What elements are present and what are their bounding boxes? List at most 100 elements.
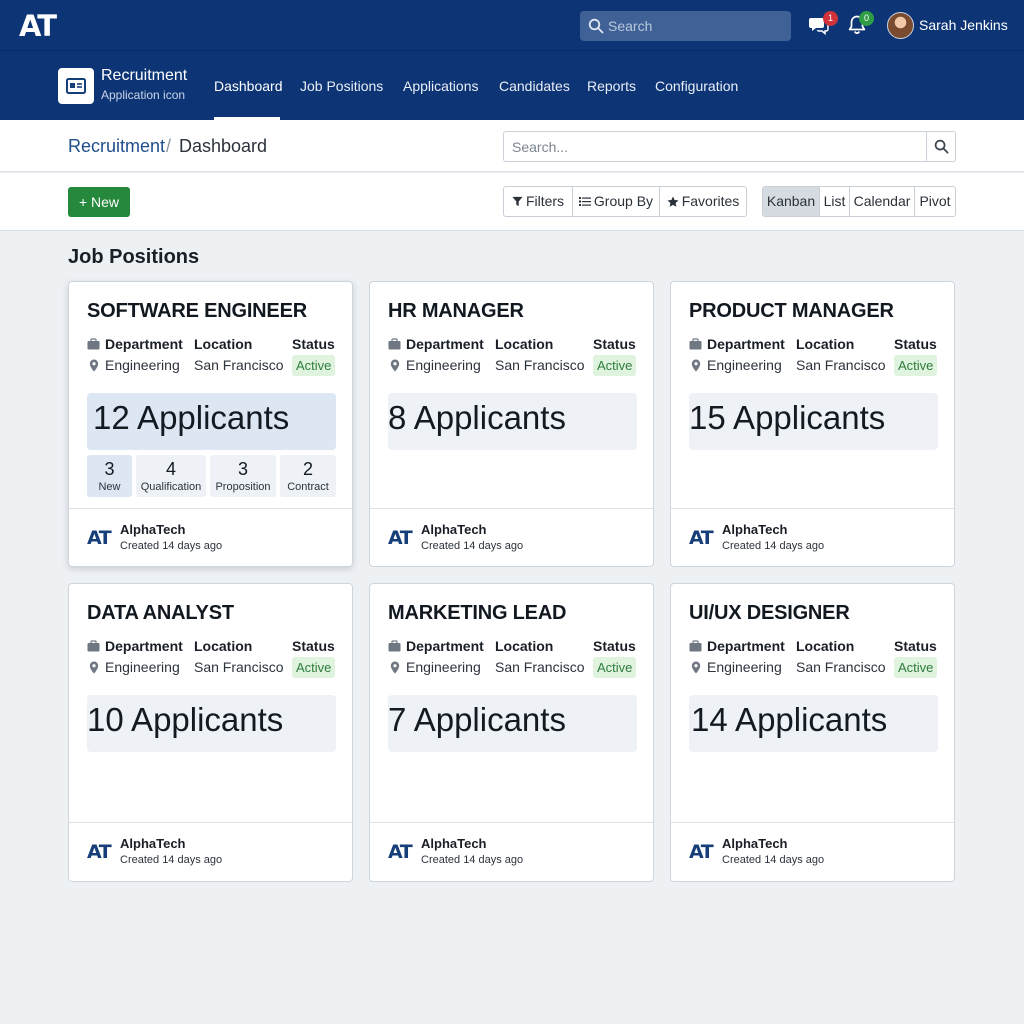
job-card[interactable]: UI/UX DESIGNER Department Location Statu… [670,583,955,882]
created-date: Created 14 days ago [421,854,524,866]
stage-breakdown: 3 New 4 Qualification 3 Proposition 2 Contra… [87,455,336,497]
location-label: Location [495,638,554,654]
applicants-count: 8 Applicants [388,399,566,436]
messages-badge: 1 [823,11,838,26]
applicants-box[interactable]: 10 Applicants [87,695,336,752]
favorites-button[interactable]: Favorites [660,187,746,216]
company-name: AlphaTech [421,836,487,851]
view-kanban[interactable]: Kanban [763,187,820,216]
star-icon [667,196,679,207]
stage-new[interactable]: 3 New [87,455,132,497]
company-name: AlphaTech [120,836,186,851]
applicants-box[interactable]: 15 Applicants [689,393,938,450]
stage-contract[interactable]: 2 Contract [280,455,336,497]
id-card-icon [66,78,86,94]
applicants-count: 15 Applicants [689,399,886,436]
stage-label: Qualification [140,481,202,493]
company-logo: AT [689,527,714,549]
department-value: Engineering [406,659,481,675]
applicants-count: 12 Applicants [93,399,290,436]
view-switcher: Kanban List Calendar Pivot [762,186,956,217]
menu-candidates[interactable]: Candidates [499,78,570,94]
list-icon [578,197,591,206]
favorites-label: Favorites [681,193,740,209]
filters-button[interactable]: Filters [504,187,573,216]
card-footer: AT AlphaTech Created 14 days ago [69,508,352,567]
location-value: San Francisco [194,357,284,373]
company-name: AlphaTech [120,522,186,537]
created-date: Created 14 days ago [722,854,825,866]
menu-applications[interactable]: Applications [403,78,479,94]
applicants-box[interactable]: 8 Applicants [388,393,637,450]
company-name: AlphaTech [722,522,788,537]
status-badge: Active [593,355,637,376]
briefcase-icon [87,640,100,652]
user-avatar[interactable] [887,12,914,39]
stage-label: Contract [287,481,329,493]
menu-reports[interactable]: Reports [587,78,636,94]
menu-dashboard[interactable]: Dashboard [214,78,283,94]
plus-icon: + [78,194,92,210]
brand-logo[interactable]: AT [19,9,57,43]
breadcrumb-recruitment[interactable]: Recruitment [68,136,165,157]
view-pivot[interactable]: Pivot [915,187,955,216]
department-value: Engineering [707,659,782,675]
search-options: Filters Group By Favorites [503,186,747,217]
search-input[interactable] [512,132,922,161]
location-label: Location [796,336,855,352]
new-button-label: New [91,194,120,210]
applicants-count: 10 Applicants [87,701,284,738]
job-card[interactable]: SOFTWARE ENGINEER Department Location St… [68,281,353,567]
department-label: Department [406,336,484,352]
user-name[interactable]: Sarah Jenkins [919,17,1008,33]
menu-configuration[interactable]: Configuration [655,78,738,94]
map-pin-icon [390,359,400,372]
job-card[interactable]: PRODUCT MANAGER Department Location Stat… [670,281,955,567]
group-by-button[interactable]: Group By [573,187,660,216]
map-pin-icon [691,661,701,674]
breadcrumb-bar: Recruitment / Dashboard [0,120,1024,172]
job-card[interactable]: HR MANAGER Department Location Status En… [369,281,654,567]
breadcrumb-separator: / [166,136,172,156]
card-footer: AT AlphaTech Created 14 days ago [69,822,352,881]
stage-proposition[interactable]: 3 Proposition [210,455,276,497]
new-button[interactable]: + New [68,187,130,217]
view-list[interactable]: List [820,187,850,216]
location-value: San Francisco [796,659,886,675]
briefcase-icon [689,338,702,350]
status-label: Status [593,336,636,352]
job-card[interactable]: MARKETING LEAD Department Location Statu… [369,583,654,882]
created-date: Created 14 days ago [120,540,223,552]
job-title: UI/UX DESIGNER [689,602,850,624]
global-search[interactable] [580,11,791,41]
global-search-input[interactable] [608,11,784,41]
search-button[interactable] [926,132,955,161]
breadcrumb-current: Dashboard [179,136,268,156]
company-name: AlphaTech [722,836,788,851]
department-value: Engineering [105,357,180,373]
view-calendar[interactable]: Calendar [850,187,915,216]
application-icon[interactable] [58,68,94,104]
department-value: Engineering [406,357,481,373]
department-value: Engineering [707,357,782,373]
job-card[interactable]: DATA ANALYST Department Location Status … [68,583,353,882]
location-value: San Francisco [495,357,585,373]
job-title: SOFTWARE ENGINEER [87,300,307,322]
menu-job-positions[interactable]: Job Positions [300,78,383,94]
control-bar: + New Filters Group By Favorites Kanban … [0,173,1024,231]
applicants-box[interactable]: 14 Applicants [689,695,938,752]
location-value: San Francisco [495,659,585,675]
app-subtitle: Application icon [101,88,186,102]
card-footer: AT AlphaTech Created 14 days ago [671,508,954,567]
applicants-box[interactable]: 7 Applicants [388,695,637,752]
map-pin-icon [390,661,400,674]
stage-qualification[interactable]: 4 Qualification [136,455,206,497]
status-label: Status [894,336,937,352]
location-label: Location [194,336,253,352]
card-footer: AT AlphaTech Created 14 days ago [671,822,954,881]
search-icon [588,18,604,34]
applicants-box[interactable]: 12 Applicants [87,393,336,450]
job-title: HR MANAGER [388,300,524,322]
card-footer: AT AlphaTech Created 14 days ago [370,822,653,881]
app-name: Recruitment [101,67,188,84]
